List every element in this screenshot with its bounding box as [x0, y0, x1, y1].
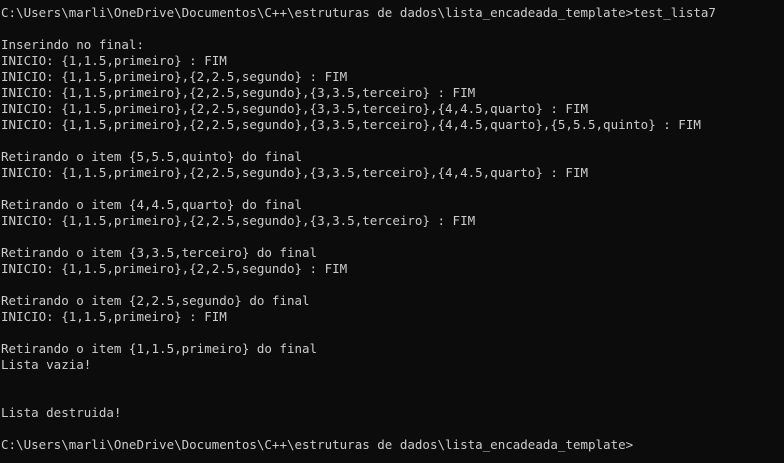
output-line: Lista vazia! [1, 357, 92, 372]
output-line: INICIO: {1,1.5,primeiro},{2,2.5,segundo}… [1, 117, 701, 132]
output-line: INICIO: {1,1.5,primeiro},{2,2.5,segundo}… [1, 261, 348, 276]
output-line: INICIO: {1,1.5,primeiro} : FIM [1, 53, 227, 68]
output-line: INICIO: {1,1.5,primeiro} : FIM [1, 309, 227, 324]
output-line: Retirando o item {3,3.5,terceiro} do fin… [1, 245, 318, 260]
output-line: Inserindo no final: [1, 37, 144, 52]
output-line: INICIO: {1,1.5,primeiro},{2,2.5,segundo}… [1, 85, 476, 100]
output-line: INICIO: {1,1.5,primeiro},{2,2.5,segundo}… [1, 69, 348, 84]
command-prompt-line: C:\Users\marli\OneDrive\Documentos\C++\e… [1, 5, 716, 20]
prompt-text: C:\Users\marli\OneDrive\Documentos\C++\e… [1, 437, 634, 452]
output-line: Retirando o item {4,4.5,quarto} do final [1, 197, 303, 212]
output-line: INICIO: {1,1.5,primeiro},{2,2.5,segundo}… [1, 213, 476, 228]
output-line: Lista destruida! [1, 405, 122, 420]
output-line: INICIO: {1,1.5,primeiro},{2,2.5,segundo}… [1, 165, 588, 180]
output-line: Retirando o item {5,5.5,quinto} do final [1, 149, 303, 164]
output-line: Retirando o item {1,1.5,primeiro} do fin… [1, 341, 318, 356]
console-window[interactable]: C:\Users\marli\OneDrive\Documentos\C++\e… [0, 0, 784, 463]
active-prompt-line[interactable]: C:\Users\marli\OneDrive\Documentos\C++\e… [0, 437, 784, 453]
output-line: INICIO: {1,1.5,primeiro},{2,2.5,segundo}… [1, 101, 588, 116]
output-line: Retirando o item {2,2.5,segundo} do fina… [1, 293, 310, 308]
